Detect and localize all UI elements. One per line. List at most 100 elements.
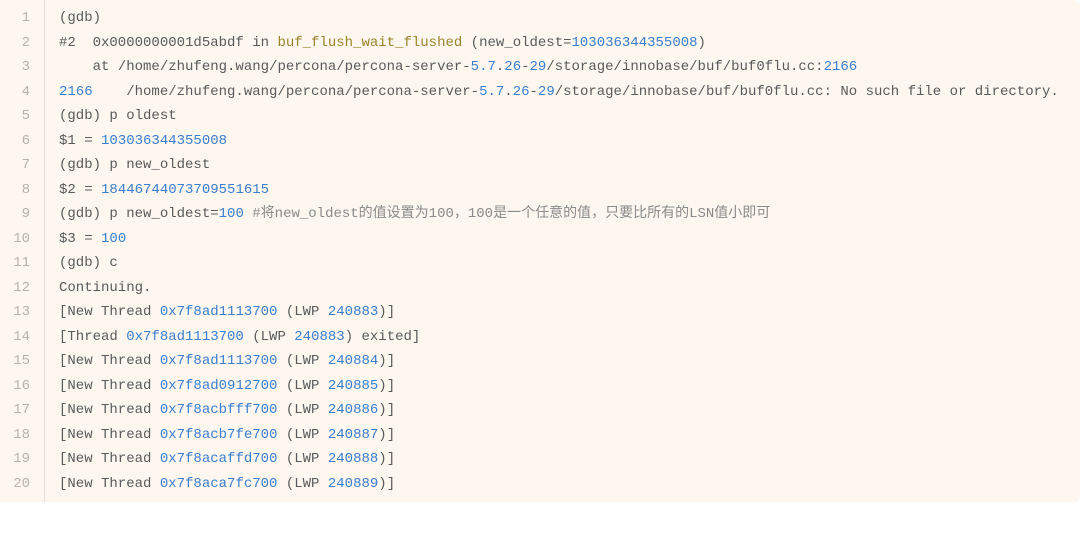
code-segment: 240884: [328, 353, 378, 369]
code-segment: 240886: [328, 402, 378, 418]
code-segment: -: [530, 84, 538, 100]
code-segment: #2 0x0000000001d5abdf in: [59, 35, 277, 51]
code-segment: buf_flush_wait_flushed: [277, 35, 462, 51]
code-line: Continuing.: [59, 276, 1080, 301]
code-segment: 240887: [328, 427, 378, 443]
code-segment: )]: [378, 476, 395, 492]
code-segment: 240883: [294, 329, 344, 345]
line-number: 9: [0, 202, 44, 227]
code-segment: (gdb) p new_oldest=: [59, 206, 219, 222]
code-segment: )]: [378, 402, 395, 418]
code-segment: $1 =: [59, 133, 101, 149]
code-segment: .: [504, 84, 512, 100]
line-number: 15: [0, 349, 44, 374]
code-segment: 5.7: [471, 59, 496, 75]
code-segment: (LWP: [277, 476, 327, 492]
code-segment: [New Thread: [59, 402, 160, 418]
code-line: [New Thread 0x7f8ad1113700 (LWP 240884)]: [59, 349, 1080, 374]
code-segment: 26: [504, 59, 521, 75]
code-segment: -: [521, 59, 529, 75]
code-segment: [New Thread: [59, 304, 160, 320]
code-segment: 240889: [328, 476, 378, 492]
line-number: 5: [0, 104, 44, 129]
code-line: (gdb) p oldest: [59, 104, 1080, 129]
code-line: (gdb) c: [59, 251, 1080, 276]
code-segment: 103036344355008: [101, 133, 227, 149]
code-segment: 100: [219, 206, 244, 222]
code-segment: (LWP: [244, 329, 294, 345]
code-segment: at /home/zhufeng.wang/percona/percona-se…: [59, 59, 471, 75]
code-segment: 2166: [59, 84, 93, 100]
code-segment: (LWP: [277, 402, 327, 418]
code-line: 2166 /home/zhufeng.wang/percona/percona-…: [59, 80, 1080, 105]
line-number: 11: [0, 251, 44, 276]
code-line: $2 = 18446744073709551615: [59, 178, 1080, 203]
code-segment: 240885: [328, 378, 378, 394]
line-number: 12: [0, 276, 44, 301]
code-segment: [New Thread: [59, 451, 160, 467]
line-number: 20: [0, 472, 44, 497]
line-number: 17: [0, 398, 44, 423]
code-segment: $2 =: [59, 182, 101, 198]
line-number-gutter: 1234567891011121314151617181920: [0, 0, 45, 502]
line-number: 7: [0, 153, 44, 178]
line-number: 10: [0, 227, 44, 252]
code-segment: 18446744073709551615: [101, 182, 269, 198]
code-segment: ) exited]: [345, 329, 421, 345]
code-segment: (gdb): [59, 10, 101, 26]
line-number: 14: [0, 325, 44, 350]
code-segment: 0x7f8ad1113700: [126, 329, 244, 345]
line-number: 6: [0, 129, 44, 154]
code-segment: 103036344355008: [572, 35, 698, 51]
code-segment: $3 =: [59, 231, 101, 247]
code-segment: 0x7f8aca7fc700: [160, 476, 278, 492]
code-segment: /home/zhufeng.wang/percona/percona-serve…: [93, 84, 479, 100]
code-line: [New Thread 0x7f8acbfff700 (LWP 240886)]: [59, 398, 1080, 423]
code-segment: 29: [530, 59, 547, 75]
code-segment: 29: [538, 84, 555, 100]
code-line: (gdb) p new_oldest=100 #将new_oldest的值设置为…: [59, 202, 1080, 227]
code-segment: [New Thread: [59, 427, 160, 443]
code-segment: (gdb) p oldest: [59, 108, 177, 124]
code-segment: )]: [378, 304, 395, 320]
code-segment: [New Thread: [59, 476, 160, 492]
code-content[interactable]: (gdb) #2 0x0000000001d5abdf in buf_flush_…: [45, 0, 1080, 502]
line-number: 3: [0, 55, 44, 80]
line-number: 1: [0, 6, 44, 31]
code-segment: )]: [378, 427, 395, 443]
code-line: (gdb) p new_oldest: [59, 153, 1080, 178]
line-number: 19: [0, 447, 44, 472]
code-segment: 0x7f8acb7fe700: [160, 427, 278, 443]
code-line: [New Thread 0x7f8acaffd700 (LWP 240888)]: [59, 447, 1080, 472]
code-segment: )]: [378, 378, 395, 394]
code-segment: (LWP: [277, 378, 327, 394]
code-line: [New Thread 0x7f8aca7fc700 (LWP 240889)]: [59, 472, 1080, 497]
code-segment: 0x7f8ad1113700: [160, 304, 278, 320]
code-segment: Continuing.: [59, 280, 151, 296]
code-line: [New Thread 0x7f8acb7fe700 (LWP 240887)]: [59, 423, 1080, 448]
code-segment: 26: [513, 84, 530, 100]
code-segment: (gdb) p new_oldest: [59, 157, 210, 173]
line-number: 18: [0, 423, 44, 448]
line-number: 4: [0, 80, 44, 105]
code-segment: 0x7f8ad1113700: [160, 353, 278, 369]
code-line: $1 = 103036344355008: [59, 129, 1080, 154]
line-number: 16: [0, 374, 44, 399]
code-segment: (LWP: [277, 451, 327, 467]
code-segment: 240883: [328, 304, 378, 320]
code-line: [New Thread 0x7f8ad1113700 (LWP 240883)]: [59, 300, 1080, 325]
code-segment: [244, 206, 252, 222]
code-line: #2 0x0000000001d5abdf in buf_flush_wait_…: [59, 31, 1080, 56]
code-segment: [New Thread: [59, 353, 160, 369]
code-segment: 0x7f8acbfff700: [160, 402, 278, 418]
code-segment: #将new_oldest的值设置为100，100是一个任意的值，只要比所有的LS…: [252, 206, 770, 222]
code-segment: (gdb) c: [59, 255, 118, 271]
code-segment: 0x7f8acaffd700: [160, 451, 278, 467]
code-block: 1234567891011121314151617181920 (gdb)#2 …: [0, 0, 1080, 502]
code-segment: )]: [378, 451, 395, 467]
line-number: 13: [0, 300, 44, 325]
code-line: [New Thread 0x7f8ad0912700 (LWP 240885)]: [59, 374, 1080, 399]
code-segment: )]: [378, 353, 395, 369]
code-segment: [New Thread: [59, 378, 160, 394]
code-line: at /home/zhufeng.wang/percona/percona-se…: [59, 55, 1080, 80]
